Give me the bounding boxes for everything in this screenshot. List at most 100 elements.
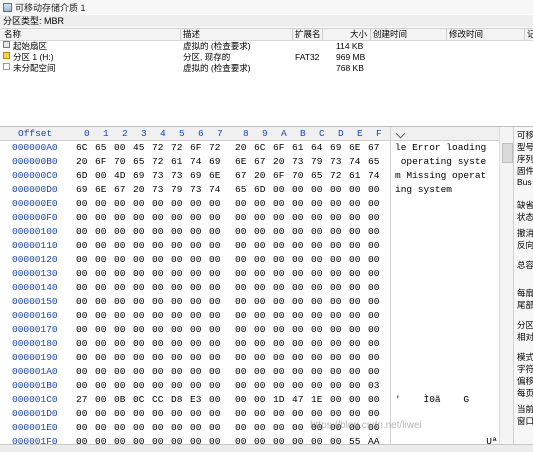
hex-byte[interactable]: 74 [349,155,360,169]
hex-byte[interactable]: 67 [235,169,246,183]
hex-byte[interactable]: 00 [235,239,246,253]
ascii-line[interactable] [395,239,498,253]
hex-byte[interactable]: 00 [95,393,106,407]
hex-byte[interactable]: 00 [254,379,265,393]
hex-byte[interactable]: 00 [95,211,106,225]
hex-bytes[interactable]: 6C 65 00 45 72 72 6F 72 20 6C 6F 61 64 69 6E 67 20 6F 70 65… [76,141,388,449]
hex-byte[interactable]: 00 [254,407,265,421]
hex-byte[interactable]: 47 [292,393,303,407]
ascii-line[interactable] [395,281,498,295]
hex-byte[interactable]: 61 [349,169,360,183]
hex-byte[interactable]: D8 [171,393,182,407]
hex-byte[interactable]: 00 [311,323,322,337]
hex-byte[interactable]: 00 [114,253,125,267]
hex-byte[interactable]: 20 [254,169,265,183]
hex-byte[interactable]: 00 [114,141,125,155]
hex-byte[interactable]: 00 [133,197,144,211]
ascii-lines[interactable]: le Error loading operating syste m Missin… [395,141,498,449]
hex-byte[interactable]: 00 [349,211,360,225]
hex-byte[interactable]: 00 [349,379,360,393]
ascii-line[interactable]: operating syste [395,155,498,169]
hex-byte[interactable]: 00 [171,267,182,281]
hex-byte[interactable]: 00 [209,393,220,407]
hex-byte[interactable]: 00 [76,225,87,239]
hex-byte[interactable]: 00 [171,295,182,309]
hex-byte[interactable]: 00 [292,295,303,309]
hex-byte[interactable]: 67 [114,183,125,197]
hex-byte[interactable]: 00 [76,197,87,211]
hex-byte[interactable]: 00 [114,407,125,421]
hex-byte[interactable]: 70 [292,169,303,183]
hex-byte[interactable]: 00 [235,309,246,323]
hex-byte[interactable]: 00 [273,337,284,351]
hex-byte[interactable]: 00 [311,407,322,421]
hex-byte[interactable]: 00 [95,225,106,239]
hex-byte[interactable]: 00 [209,225,220,239]
hex-byte[interactable]: 00 [235,393,246,407]
hex-byte[interactable]: 00 [273,225,284,239]
hex-byte[interactable]: 00 [171,365,182,379]
hex-byte[interactable]: 00 [95,253,106,267]
hex-byte[interactable]: 00 [209,281,220,295]
hex-byte[interactable]: 00 [95,267,106,281]
hex-row[interactable]: 69 6E 67 20 73 79 73 74 65 6D 00 00 00 00 00 00 [76,183,388,197]
hex-byte[interactable]: 00 [368,351,379,365]
hex-byte[interactable]: 00 [235,337,246,351]
hex-byte[interactable]: 72 [209,141,220,155]
ascii-line[interactable] [395,295,498,309]
hex-byte[interactable]: 00 [190,351,201,365]
hex-byte[interactable]: 00 [292,323,303,337]
hex-byte[interactable]: 00 [235,379,246,393]
hex-byte[interactable]: 00 [330,365,341,379]
ascii-line[interactable] [395,253,498,267]
column-header-extension[interactable]: 扩展名 [295,29,321,40]
hex-row[interactable]: 00 00 00 00 00 00 00 00 00 00 00 00 00 00 00 00 [76,281,388,295]
hex-byte[interactable]: 00 [368,323,379,337]
hex-byte[interactable]: 00 [330,253,341,267]
hex-byte[interactable]: 00 [292,379,303,393]
hex-row[interactable]: 27 00 0B 0C CC D8 E3 00 00 00 1D 47 1E 00 00 00 [76,393,388,407]
hex-byte[interactable]: 00 [235,351,246,365]
hex-byte[interactable]: 00 [152,295,163,309]
hex-byte[interactable]: 00 [114,323,125,337]
ascii-line[interactable]: ' Ì0ã G [395,393,498,407]
ascii-line[interactable] [395,379,498,393]
ascii-line[interactable] [395,337,498,351]
hex-byte[interactable]: 00 [368,197,379,211]
hex-byte[interactable]: 00 [190,295,201,309]
hex-byte[interactable]: 65 [368,155,379,169]
hex-byte[interactable]: 00 [76,407,87,421]
hex-byte[interactable]: 00 [254,295,265,309]
hex-byte[interactable]: 00 [133,239,144,253]
hex-byte[interactable]: 6E [235,155,246,169]
hex-byte[interactable]: 00 [330,309,341,323]
hex-byte[interactable]: 00 [368,225,379,239]
hex-byte[interactable]: 00 [95,295,106,309]
column-header-name[interactable]: 名称 [4,29,21,40]
hex-byte[interactable]: 00 [254,281,265,295]
hex-byte[interactable]: 00 [311,211,322,225]
hex-byte[interactable]: 00 [133,309,144,323]
hex-byte[interactable]: 00 [311,295,322,309]
hex-byte[interactable]: 00 [152,337,163,351]
hex-byte[interactable]: 00 [254,337,265,351]
hex-byte[interactable]: 00 [209,253,220,267]
hex-byte[interactable]: 45 [133,141,144,155]
hex-byte[interactable]: 00 [133,379,144,393]
hex-byte[interactable]: 00 [330,295,341,309]
hex-byte[interactable]: 00 [368,365,379,379]
hex-byte[interactable]: CC [152,393,163,407]
hex-byte[interactable]: 00 [349,365,360,379]
hex-byte[interactable]: 00 [171,225,182,239]
hex-byte[interactable]: 6D [76,169,87,183]
hex-byte[interactable]: 69 [133,169,144,183]
hex-byte[interactable]: 65 [133,155,144,169]
hex-byte[interactable]: 00 [95,337,106,351]
hex-byte[interactable]: 00 [273,407,284,421]
hex-byte[interactable]: 00 [254,351,265,365]
hex-byte[interactable]: 00 [133,351,144,365]
hex-byte[interactable]: 00 [311,239,322,253]
hex-byte[interactable]: 00 [311,225,322,239]
hex-byte[interactable]: 00 [152,239,163,253]
hex-byte[interactable]: 00 [311,281,322,295]
